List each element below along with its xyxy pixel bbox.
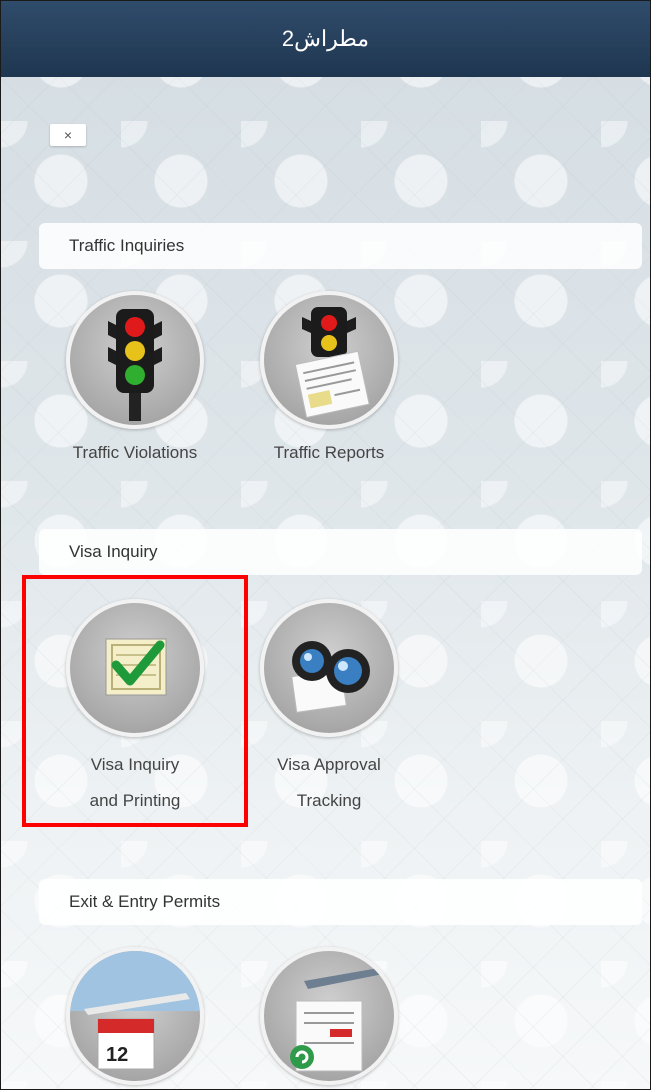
section-header-exit-entry-permits: Exit & Entry Permits [39, 879, 642, 925]
close-button[interactable]: × [50, 124, 86, 146]
binoculars-icon [260, 599, 398, 737]
section-header-traffic-inquiries: Traffic Inquiries [39, 223, 642, 269]
airplane-calendar-icon: 12 [66, 947, 204, 1085]
section-title: Exit & Entry Permits [69, 892, 221, 911]
tile-visa-approval-tracking[interactable]: Visa Approval Tracking [239, 599, 419, 819]
section-header-visa-inquiry: Visa Inquiry [39, 529, 642, 575]
highlight-box [22, 575, 248, 827]
tile-exit-entry-permit-1[interactable]: 12 [45, 947, 225, 1085]
tile-exit-entry-permit-2[interactable] [239, 947, 419, 1085]
section-title: Visa Inquiry [69, 542, 158, 561]
tile-label-line1: Visa Approval [277, 755, 381, 774]
traffic-report-icon [260, 291, 398, 429]
app-frame: مطراش2 × Traffic Inquiries Traffic Viola… [0, 0, 651, 1090]
section-title: Traffic Inquiries [69, 236, 185, 255]
tile-label-line2: Tracking [296, 791, 362, 810]
close-icon: × [63, 127, 73, 143]
tile-traffic-violations[interactable]: Traffic Violations [45, 291, 225, 471]
tile-traffic-reports[interactable]: Traffic Reports [239, 291, 419, 471]
title-bar: مطراش2 [1, 1, 650, 77]
page-title: مطراش2 [281, 26, 370, 51]
calendar-day: 12 [106, 1044, 128, 1066]
tile-label: Traffic Violations [72, 443, 198, 462]
tile-label: Traffic Reports [273, 443, 385, 462]
traffic-light-icon [66, 291, 204, 429]
airplane-document-icon [260, 947, 398, 1085]
